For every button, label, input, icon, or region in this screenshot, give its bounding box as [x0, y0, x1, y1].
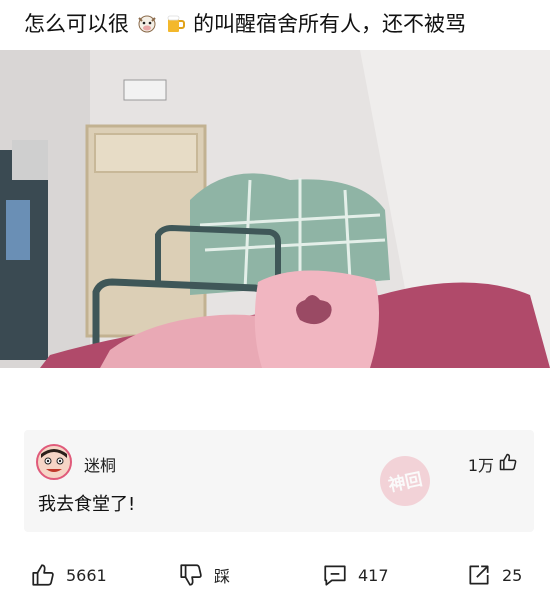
dislike-label: 踩 [214, 567, 231, 586]
comment-thumbs-up-icon[interactable] [498, 452, 518, 472]
like-count: 5661 [66, 565, 107, 585]
dorm-bed-photo [0, 50, 550, 368]
post-title-part2: 的叫醒宿舍所有人，还不被骂 [193, 12, 467, 36]
post-title-part1: 怎么可以很 [24, 12, 129, 36]
cow-icon [136, 11, 158, 43]
comment-username[interactable]: 迷桐 [84, 452, 116, 476]
comment-like-count: 1万 [467, 456, 494, 475]
comment-count: 417 [358, 565, 389, 585]
share-count: 25 [502, 565, 523, 585]
avatar[interactable] [36, 444, 72, 480]
post-action-bar: 5661 踩 417 25 [0, 560, 550, 594]
comment-card[interactable]: 迷桐 神回 1万 我去食堂了! [24, 430, 534, 532]
comment-button[interactable]: 417 [322, 560, 389, 590]
comment-icon [324, 565, 346, 586]
comment-text: 我去食堂了! [38, 494, 136, 515]
share-button[interactable]: 25 [466, 560, 522, 590]
post-title: 怎么可以很 的叫醒宿舍所有人，还不被骂 [24, 8, 534, 40]
beer-icon [164, 11, 186, 43]
thumbs-down-icon [180, 564, 202, 586]
share-icon [469, 565, 489, 585]
watermark-stamp: 神回 [376, 452, 434, 510]
dislike-button[interactable]: 踩 [178, 560, 230, 590]
thumbs-up-icon [32, 564, 54, 586]
like-button[interactable]: 5661 [30, 560, 107, 590]
